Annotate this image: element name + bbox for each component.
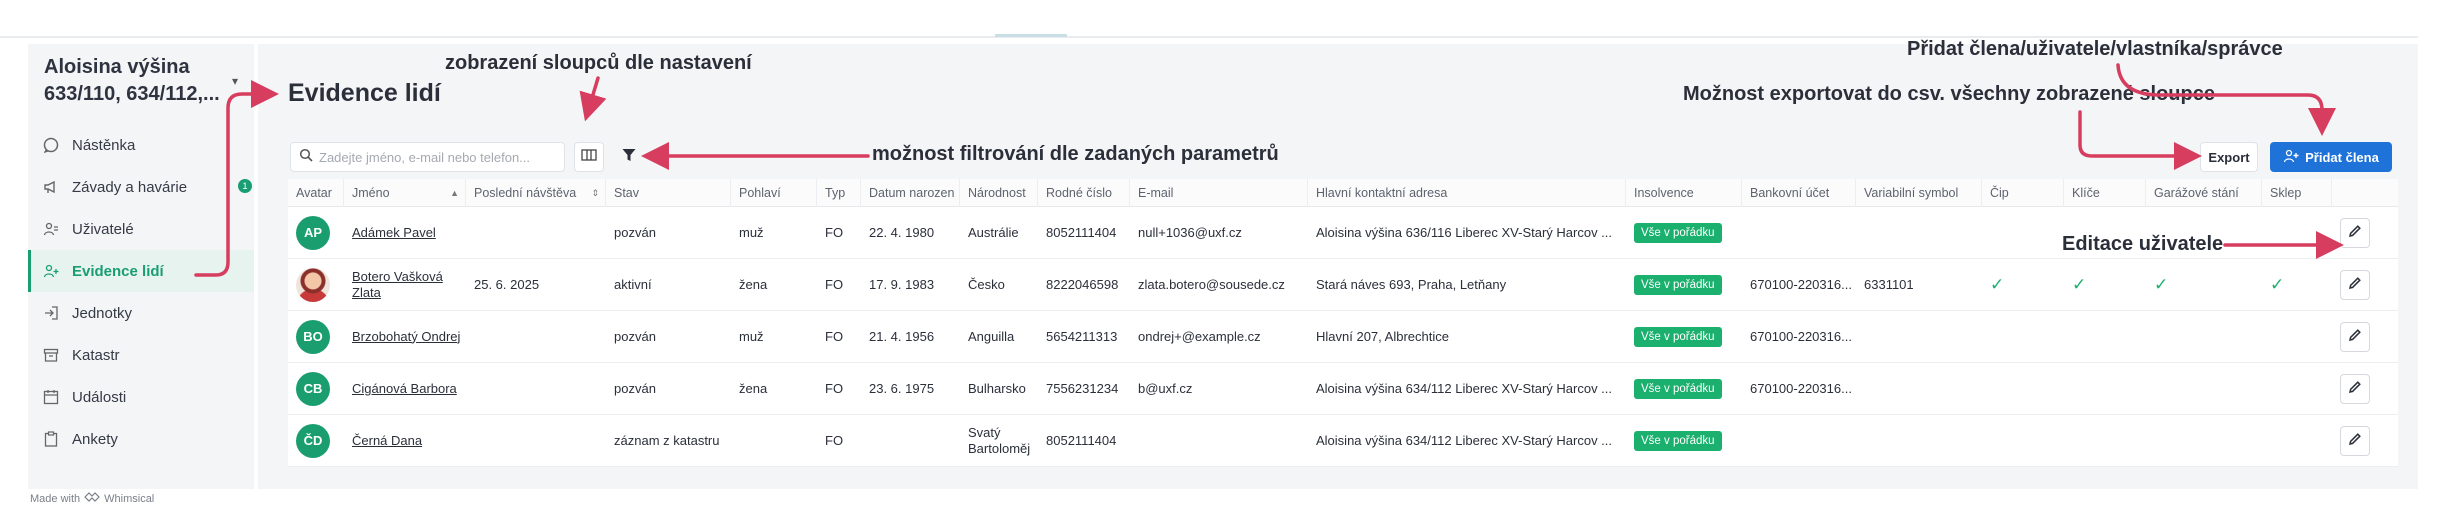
footer-made-with: Made with (30, 492, 81, 505)
footer-brand[interactable]: Whimsical (104, 493, 154, 505)
arrow-sidebar (194, 80, 279, 277)
whimsical-logo-icon (84, 492, 100, 505)
arrow-export (2078, 110, 2202, 170)
arrow-add (2116, 63, 2336, 136)
annotation-arrows (194, 63, 2344, 277)
arrow-columns (579, 76, 607, 122)
footer: Made with Whimsical (30, 492, 154, 505)
